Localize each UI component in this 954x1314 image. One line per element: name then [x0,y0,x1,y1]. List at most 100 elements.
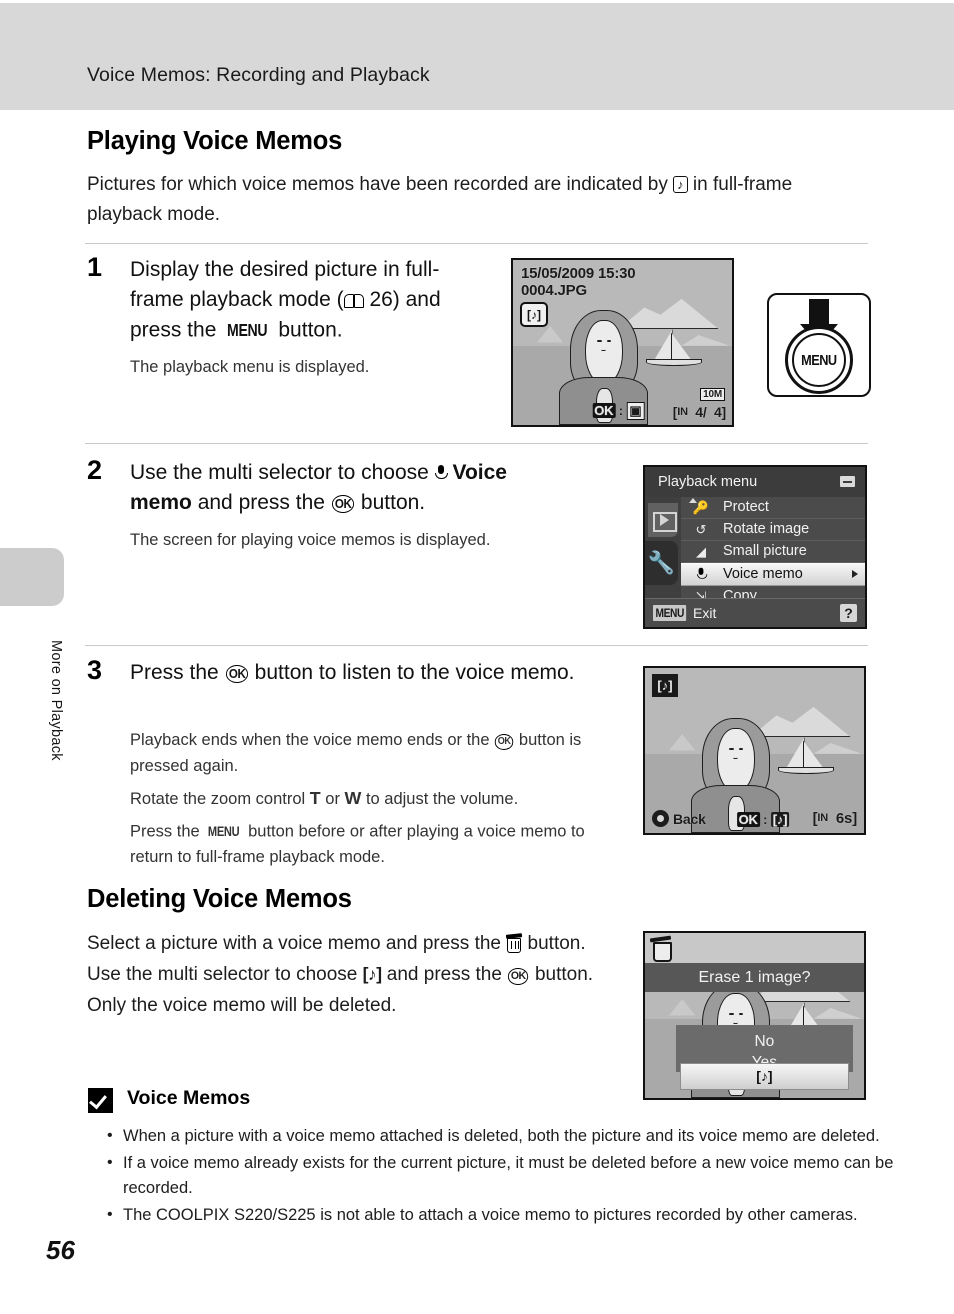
scene-person-eye-right [606,339,612,343]
erase-option-no[interactable]: No [676,1031,853,1052]
step-2-title-part2: and press the [197,491,325,514]
playback-menu-screen: Playback menu 🔧 🔑 Protect ↺ Rotate image… [643,465,867,629]
memory-icon: IN [677,406,688,418]
lcd-ok-hint: OK : ▣ [592,402,645,420]
multi-selector-icon [652,810,669,827]
step-3-subtext-3: Press the MENU button before or after pl… [130,818,590,870]
step-3-number: 3 [87,655,103,685]
section-intro-playing: Pictures for which voice memos have been… [87,170,847,230]
crop-playback-icon: ▣ [626,402,645,420]
step-2-title: Use the multi selector to choose Voice m… [130,458,570,518]
menu-item-voice-memo-label: Voice memo [723,566,803,582]
caution-check-icon [88,1088,113,1113]
delete-text-1: Select a picture with a voice memo and p… [87,933,501,954]
menu-item-list: 🔑 Protect ↺ Rotate image ◢ Small picture… [681,497,865,608]
menu-item-small-picture[interactable]: ◢ Small picture [681,541,865,563]
help-icon[interactable]: ? [840,604,857,622]
step-3-sub2-part2: to adjust the volume. [365,790,519,808]
menu-item-rotate-image[interactable]: ↺ Rotate image [681,519,865,541]
small-picture-icon: ◢ [696,544,706,559]
ok-button-icon: OK [225,665,248,684]
ok-badge: OK [736,812,760,827]
note-bullet-2: If a voice memo already exists for the c… [107,1150,898,1201]
lcd-voice-memo-badge: [♪] [652,674,678,697]
note-heading: Voice Memos [127,1087,251,1109]
lcd-back-label: Back [673,811,706,827]
scene-person-eye-right [738,1012,744,1016]
lcd-ok-play-hint: OK : [♪] [736,812,790,827]
divider-step2 [85,443,868,444]
wrench-tab-icon[interactable]: 🔧 [645,541,678,585]
step-1-title: Display the desired picture in full-fram… [130,255,490,345]
lcd-frame-counter: [IN 4/ 4] [672,404,726,420]
scene-person-face [717,727,755,793]
trash-icon [649,935,672,962]
step-3-sub3-part1: Press the [130,822,200,841]
menu-button-knob-label: MENU [801,351,837,369]
scene-sail-right [670,332,693,362]
lcd-duration-counter: [IN 6s] [812,810,858,827]
scene-sail-left [653,329,673,362]
menu-button-glyph: MENU [208,823,240,839]
rotate-icon: ↺ [695,522,707,537]
voice-memo-icon: ♪ [673,176,688,193]
step-3-title-part2: button to listen to the voice memo. [254,661,575,684]
scene-person-mouth [732,1021,739,1025]
scene-sailboat [646,329,702,367]
erase-dialog-title: Erase 1 image? [645,963,864,992]
frame-total: 4] [713,404,726,420]
playback-tab-icon[interactable] [648,503,678,537]
chapter-label: More on Playback [48,640,64,761]
trash-can-body [653,942,672,962]
scene-person-eye-right [738,747,744,751]
battery-icon [840,476,855,487]
ok-separator: : [763,812,768,827]
ok-badge: OK [592,403,616,418]
ok-button-icon: OK [331,495,355,514]
step-3-sub2-or: or [325,790,340,808]
arrow-shaft [809,299,829,325]
intro-text-before: Pictures for which voice memos have been… [87,174,668,195]
section-text-deleting: Select a picture with a voice memo and p… [87,928,612,1021]
step-3-subtext-2: Rotate the zoom control T or W to adjust… [130,785,600,812]
lcd-fullframe-playback: 15/05/2009 15:30 0004.JPG [♪] OK : ▣ [IN… [511,258,734,427]
step-1-subtext: The playback menu is displayed. [130,358,370,376]
menu-button-illustration: MENU [767,293,871,397]
step-2-subtext: The screen for playing voice memos is di… [130,531,491,549]
step-2-number: 2 [87,455,103,485]
microphone-icon [691,566,711,583]
frame-current: 4/ [695,404,707,420]
step-2-title-part3: button. [360,491,426,514]
menu-exit-button-badge[interactable]: MENU [653,605,687,621]
note-bullet-1: When a picture with a voice memo attache… [107,1123,898,1149]
note-bullet-3: The COOLPIX S220/S225 is not able to att… [107,1202,898,1228]
lcd-datetime: 15/05/2009 15:30 [521,265,636,282]
running-header-title: Voice Memos: Recording and Playback [87,64,430,86]
step-1-number: 1 [87,252,103,282]
erase-option-voice-memo[interactable]: [♪] [680,1063,849,1090]
microphone-icon [435,465,449,482]
menu-exit-label: Exit [693,605,717,621]
scene-person-mouth [732,756,739,760]
chapter-tab [0,548,64,606]
lcd-erase-dialog: Erase 1 image? No Yes [♪] [643,931,866,1100]
note-bullet-list: When a picture with a voice memo attache… [105,1123,898,1230]
ok-separator: : [618,403,623,418]
voice-memo-bracket-icon: [♪] [770,812,790,827]
voice-memo-bracket-icon: [♪] [756,1068,773,1085]
step-1-page-ref: 26 [369,288,393,311]
scene-person-mouth [600,348,607,352]
step-3-subtext-1: Playback ends when the voice memo ends o… [130,727,590,779]
scene-sail-right [802,740,825,770]
lcd-image-size-badge: 10M [700,388,725,401]
lcd-duration: 6s [835,810,853,827]
menu-button-glyph: MENU [227,320,268,340]
divider-step1 [85,243,868,244]
section-heading-deleting: Deleting Voice Memos [87,885,352,913]
zoom-wide-label: W [344,788,362,808]
menu-item-protect[interactable]: 🔑 Protect [681,497,865,519]
menu-item-rotate-label: Rotate image [723,521,810,537]
menu-button-knob[interactable]: MENU [785,326,853,394]
menu-item-voice-memo[interactable]: Voice memo [681,563,865,586]
scene-person-eye-left [729,1012,734,1016]
